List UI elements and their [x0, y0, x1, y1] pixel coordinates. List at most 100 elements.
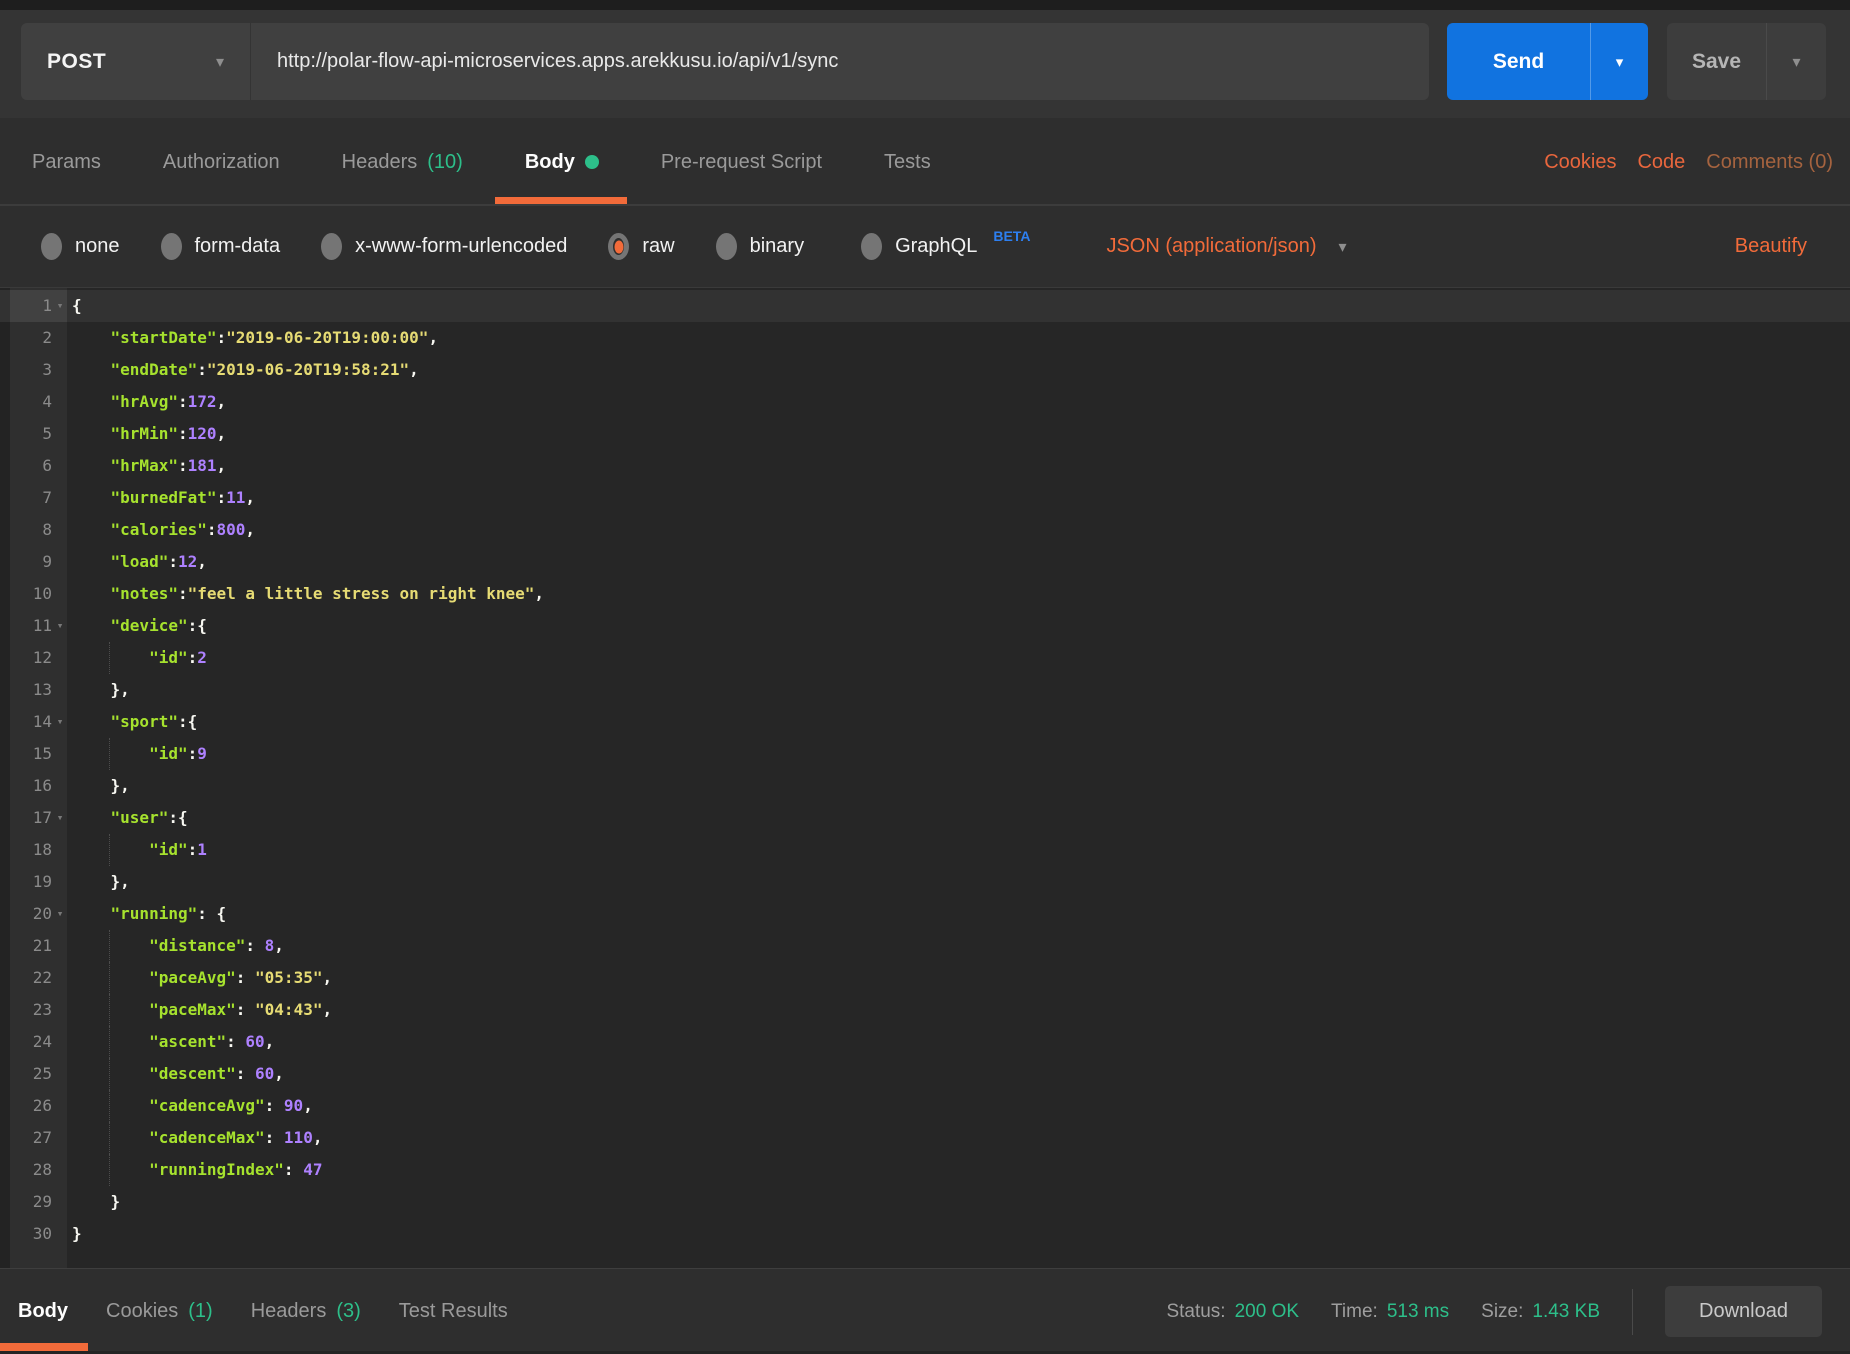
- code-line[interactable]: 14 ▾ "sport":{: [0, 706, 1850, 738]
- code-link[interactable]: Code: [1637, 151, 1685, 174]
- body-has-content-dot: [584, 155, 599, 169]
- cookies-link[interactable]: Cookies: [1544, 151, 1616, 174]
- line-number: 8: [42, 520, 52, 539]
- code-line[interactable]: 5 "hrMin":120,: [0, 418, 1850, 450]
- tab-headers[interactable]: Headers (10): [342, 120, 463, 204]
- radio-raw[interactable]: raw: [608, 233, 675, 260]
- code-line[interactable]: 23 "paceMax": "04:43",: [0, 994, 1850, 1026]
- code-line[interactable]: 27 "cadenceMax": 110,: [0, 1122, 1850, 1154]
- radio-label: x-www-form-urlencoded: [355, 235, 568, 257]
- response-tab-body[interactable]: Body: [18, 1269, 68, 1354]
- save-label: Save: [1691, 49, 1742, 73]
- code-line[interactable]: 1 ▾{: [0, 290, 1850, 322]
- radio-circle-icon: [160, 233, 182, 260]
- radio-label: raw: [642, 235, 675, 257]
- code-line[interactable]: 2 "startDate":"2019-06-20T19:00:00",: [0, 322, 1850, 354]
- code-line[interactable]: 21 "distance": 8,: [0, 930, 1850, 962]
- tab-tests[interactable]: Tests: [884, 120, 931, 204]
- code-line[interactable]: 9 "load":12,: [0, 546, 1850, 578]
- code-text: "endDate":"2019-06-20T19:58:21",: [110, 360, 419, 379]
- code-line[interactable]: 6 "hrMax":181,: [0, 450, 1850, 482]
- line-number: 18: [32, 840, 52, 859]
- code-line[interactable]: 11 ▾ "device":{: [0, 610, 1850, 642]
- line-number: 3: [42, 360, 52, 379]
- line-number: 6: [42, 456, 52, 475]
- beautify-link[interactable]: Beautify: [1735, 206, 1807, 287]
- content-type-select[interactable]: JSON (application/json) ▾: [1106, 235, 1346, 258]
- send-dropdown-button[interactable]: ▾: [1590, 23, 1648, 100]
- response-tab-cookies[interactable]: Cookies (1): [106, 1269, 213, 1354]
- save-button[interactable]: Save: [1667, 23, 1766, 100]
- code-line[interactable]: 24 "ascent": 60,: [0, 1026, 1850, 1058]
- tab-count-badge: (1): [188, 1300, 213, 1322]
- tab-params[interactable]: Params: [32, 120, 101, 204]
- code-line[interactable]: 16 },: [0, 770, 1850, 802]
- tab-pre-request-script[interactable]: Pre-request Script: [661, 120, 822, 204]
- fold-arrow-icon[interactable]: ▾: [52, 802, 68, 834]
- code-line[interactable]: 13 },: [0, 674, 1850, 706]
- code-line[interactable]: 29 }: [0, 1186, 1850, 1218]
- url-input[interactable]: http://polar-flow-api-microservices.apps…: [251, 23, 1429, 100]
- code-text: "cadenceAvg": 90,: [149, 1096, 313, 1115]
- radio-circle-icon: [321, 233, 343, 260]
- tab-label: Headers: [341, 150, 418, 173]
- send-button[interactable]: Send: [1447, 23, 1590, 100]
- radio-binary[interactable]: binary: [715, 233, 804, 260]
- code-line[interactable]: 20 ▾ "running": {: [0, 898, 1850, 930]
- code-text: "calories":800,: [110, 520, 256, 539]
- code-line[interactable]: 30}: [0, 1218, 1850, 1250]
- tab-count-badge: (10): [427, 150, 463, 173]
- radio-circle-icon: [608, 233, 630, 260]
- code-line[interactable]: 12 "id":2: [0, 642, 1850, 674]
- line-number: 25: [32, 1064, 52, 1083]
- line-number: 28: [32, 1160, 52, 1179]
- code-line[interactable]: 22 "paceAvg": "05:35",: [0, 962, 1850, 994]
- response-tab-headers[interactable]: Headers (3): [251, 1269, 361, 1354]
- save-dropdown-button[interactable]: ▾: [1766, 23, 1826, 100]
- fold-arrow-icon[interactable]: ▾: [52, 898, 68, 930]
- code-editor[interactable]: 1 ▾{2 "startDate":"2019-06-20T19:00:00", 3…: [0, 287, 1850, 1268]
- tab-label: Body: [524, 150, 575, 173]
- comments-link[interactable]: Comments (0): [1706, 151, 1833, 174]
- line-number: 2: [42, 328, 52, 347]
- status-stat: Status: 200 OK: [1166, 1301, 1299, 1323]
- time-value: 513 ms: [1386, 1300, 1450, 1322]
- code-line[interactable]: 25 "descent": 60,: [0, 1058, 1850, 1090]
- tab-label: Pre-request Script: [660, 150, 823, 173]
- method-select[interactable]: POST ▾: [21, 23, 251, 100]
- line-number: 16: [32, 776, 52, 795]
- code-line[interactable]: 3 "endDate":"2019-06-20T19:58:21",: [0, 354, 1850, 386]
- code-line[interactable]: 7 "burnedFat":11,: [0, 482, 1850, 514]
- code-line[interactable]: 8 "calories":800,: [0, 514, 1850, 546]
- code-text: "hrMax":181,: [110, 456, 227, 475]
- fold-arrow-icon[interactable]: ▾: [52, 610, 68, 642]
- code-line[interactable]: 28 "runningIndex": 47: [0, 1154, 1850, 1186]
- radio-label: GraphQL: [895, 235, 978, 257]
- radio-graphql[interactable]: GraphQL BETA: [861, 228, 1030, 260]
- fold-arrow-icon[interactable]: ▾: [52, 706, 68, 738]
- response-status-group: Status: 200 OK Time: 513 ms Size: 1.43 K…: [1166, 1269, 1822, 1354]
- code-line[interactable]: 15 "id":9: [0, 738, 1850, 770]
- chevron-down-icon: ▾: [1792, 53, 1801, 71]
- code-line[interactable]: 17 ▾ "user":{: [0, 802, 1850, 834]
- response-tab-test-results[interactable]: Test Results: [399, 1269, 508, 1354]
- fold-arrow-icon[interactable]: ▾: [52, 290, 68, 322]
- code-line[interactable]: 26 "cadenceAvg": 90,: [0, 1090, 1850, 1122]
- code-line[interactable]: 18 "id":1: [0, 834, 1850, 866]
- line-number: 29: [32, 1192, 52, 1211]
- radio-form-data[interactable]: form-data: [160, 233, 280, 260]
- radio-none[interactable]: none: [41, 233, 120, 260]
- radio-x-www-form-urlencoded[interactable]: x-www-form-urlencoded: [321, 233, 567, 260]
- code-text: "running": {: [110, 904, 227, 923]
- code-line[interactable]: 10 "notes":"feel a little stress on righ…: [0, 578, 1850, 610]
- window-top-strip: [0, 0, 1850, 10]
- body-type-radios: none form-data x-www-form-urlencoded raw bin…: [41, 206, 1347, 287]
- code-line[interactable]: 19 },: [0, 866, 1850, 898]
- tab-authorization[interactable]: Authorization: [163, 120, 280, 204]
- postman-request-window: POST ▾ http://polar-flow-api-microservic…: [0, 0, 1850, 1354]
- code-line[interactable]: 4 "hrAvg":172,: [0, 386, 1850, 418]
- code-text: "runningIndex": 47: [149, 1160, 323, 1179]
- download-button[interactable]: Download: [1665, 1286, 1822, 1337]
- chevron-down-icon: ▾: [1338, 238, 1347, 256]
- tab-body[interactable]: Body: [494, 120, 627, 204]
